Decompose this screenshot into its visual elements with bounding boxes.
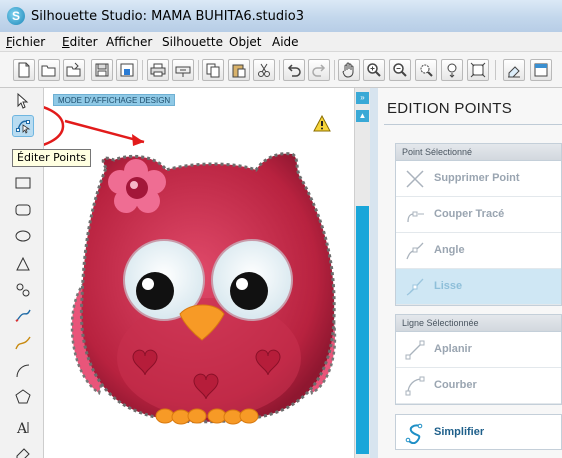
- design-canvas[interactable]: MODE D'AFFICHAGE DESIGN: [44, 88, 354, 458]
- eraser-icon[interactable]: [503, 59, 525, 81]
- menu-aide[interactable]: Aide: [272, 35, 299, 49]
- delete-point-button[interactable]: Supprimer Point: [396, 161, 561, 197]
- zoom-select-icon[interactable]: [415, 59, 437, 81]
- delete-point-icon: [406, 170, 424, 188]
- display-mode-label: MODE D'AFFICHAGE DESIGN: [53, 94, 176, 106]
- print-icon[interactable]: [147, 59, 169, 81]
- smooth-freehand-icon[interactable]: [12, 332, 34, 354]
- select-arrow-icon[interactable]: [12, 90, 34, 112]
- selected-line-group: Ligne Sélectionnée Aplanir Courber: [395, 314, 562, 405]
- copy-icon[interactable]: [202, 59, 224, 81]
- freehand-icon[interactable]: [12, 304, 34, 326]
- simplify-button[interactable]: Simplifier: [395, 414, 562, 450]
- corner-point-button[interactable]: Angle: [396, 233, 561, 269]
- open-library-icon[interactable]: [63, 59, 85, 81]
- action-label: Angle: [434, 244, 465, 256]
- rounded-rectangle-icon[interactable]: [12, 199, 34, 221]
- scrollbar-thumb[interactable]: [356, 206, 369, 454]
- zoom-in-icon[interactable]: [363, 59, 385, 81]
- collapse-panel-icon[interactable]: »: [356, 92, 369, 104]
- panel-title: EDITION POINTS: [387, 100, 513, 117]
- make-straight-button[interactable]: Aplanir: [396, 332, 561, 368]
- eraser-tool-icon[interactable]: [12, 442, 34, 458]
- corner-point-icon: [406, 242, 424, 260]
- title-bar: S Silhouette Studio: MAMA BUHITA6.studio…: [0, 0, 562, 32]
- polygon-icon[interactable]: [12, 253, 34, 275]
- new-document-icon[interactable]: [13, 59, 35, 81]
- make-curved-icon: [405, 376, 425, 396]
- make-curved-button[interactable]: Courber: [396, 368, 561, 404]
- edit-points-icon[interactable]: [12, 115, 34, 137]
- panel-splitter[interactable]: [370, 88, 378, 458]
- menu-afficher[interactable]: Afficher: [106, 35, 152, 49]
- menu-objet[interactable]: Objet: [229, 35, 261, 49]
- action-label: Couper Tracé: [434, 208, 505, 220]
- ellipse-icon[interactable]: [12, 225, 34, 247]
- warning-icon: [313, 115, 331, 132]
- zoom-drag-icon[interactable]: [441, 59, 463, 81]
- save-icon[interactable]: [91, 59, 113, 81]
- panel-icon[interactable]: [530, 59, 552, 81]
- break-path-button[interactable]: Couper Tracé: [396, 197, 561, 233]
- edit-points-panel: EDITION POINTS Point Sélectionné Supprim…: [378, 88, 562, 458]
- undo-icon[interactable]: [283, 59, 305, 81]
- make-straight-icon: [405, 340, 425, 360]
- open-folder-icon[interactable]: [38, 59, 60, 81]
- action-label: Supprimer Point: [434, 172, 520, 184]
- pentagon-icon[interactable]: [12, 386, 34, 408]
- tooltip-edit-points: Éditer Points: [12, 149, 92, 167]
- simplify-label: Simplifier: [434, 426, 485, 438]
- break-path-icon: [407, 211, 424, 223]
- action-label: Aplanir: [434, 343, 472, 355]
- selected-point-group: Point Sélectionné Supprimer Point Couper…: [395, 143, 562, 306]
- owl-design[interactable]: [44, 88, 354, 458]
- simplify-icon: [405, 423, 423, 444]
- menu-silhouette[interactable]: Silhouette: [162, 35, 223, 49]
- pan-hand-icon[interactable]: [338, 59, 360, 81]
- group-header: Point Sélectionné: [396, 144, 561, 161]
- smooth-point-button[interactable]: Lisse: [396, 269, 561, 305]
- panel-divider: [384, 124, 562, 125]
- action-label: Lisse: [434, 280, 463, 292]
- arc-icon[interactable]: [12, 360, 34, 382]
- fit-to-page-icon[interactable]: [467, 59, 489, 81]
- group-header: Ligne Sélectionnée: [396, 315, 561, 332]
- scroll-up-icon[interactable]: ▲: [356, 110, 369, 122]
- redo-icon[interactable]: [308, 59, 330, 81]
- app-icon: S: [7, 7, 25, 25]
- curve-icon[interactable]: [12, 279, 34, 301]
- text-icon[interactable]: A: [12, 416, 34, 438]
- rectangle-icon[interactable]: [12, 172, 34, 194]
- menu-fichier[interactable]: Fichier: [6, 35, 45, 49]
- action-label: Courber: [434, 379, 477, 391]
- menu-bar: Fichier Editer Afficher Silhouette Objet…: [0, 32, 562, 52]
- save-library-icon[interactable]: [116, 59, 138, 81]
- cut-icon[interactable]: [253, 59, 275, 81]
- window-title: Silhouette Studio: MAMA BUHITA6.studio3: [31, 9, 304, 24]
- menu-editer[interactable]: Editer: [62, 35, 98, 49]
- send-to-cutter-icon[interactable]: [172, 59, 194, 81]
- left-tool-strip: A: [0, 88, 44, 458]
- canvas-vertical-scrollbar[interactable]: » ▲: [354, 88, 370, 458]
- svg-text:A: A: [16, 421, 28, 436]
- smooth-point-icon: [406, 278, 424, 296]
- paste-icon[interactable]: [228, 59, 250, 81]
- zoom-out-icon[interactable]: [389, 59, 411, 81]
- toolbar: [0, 52, 562, 88]
